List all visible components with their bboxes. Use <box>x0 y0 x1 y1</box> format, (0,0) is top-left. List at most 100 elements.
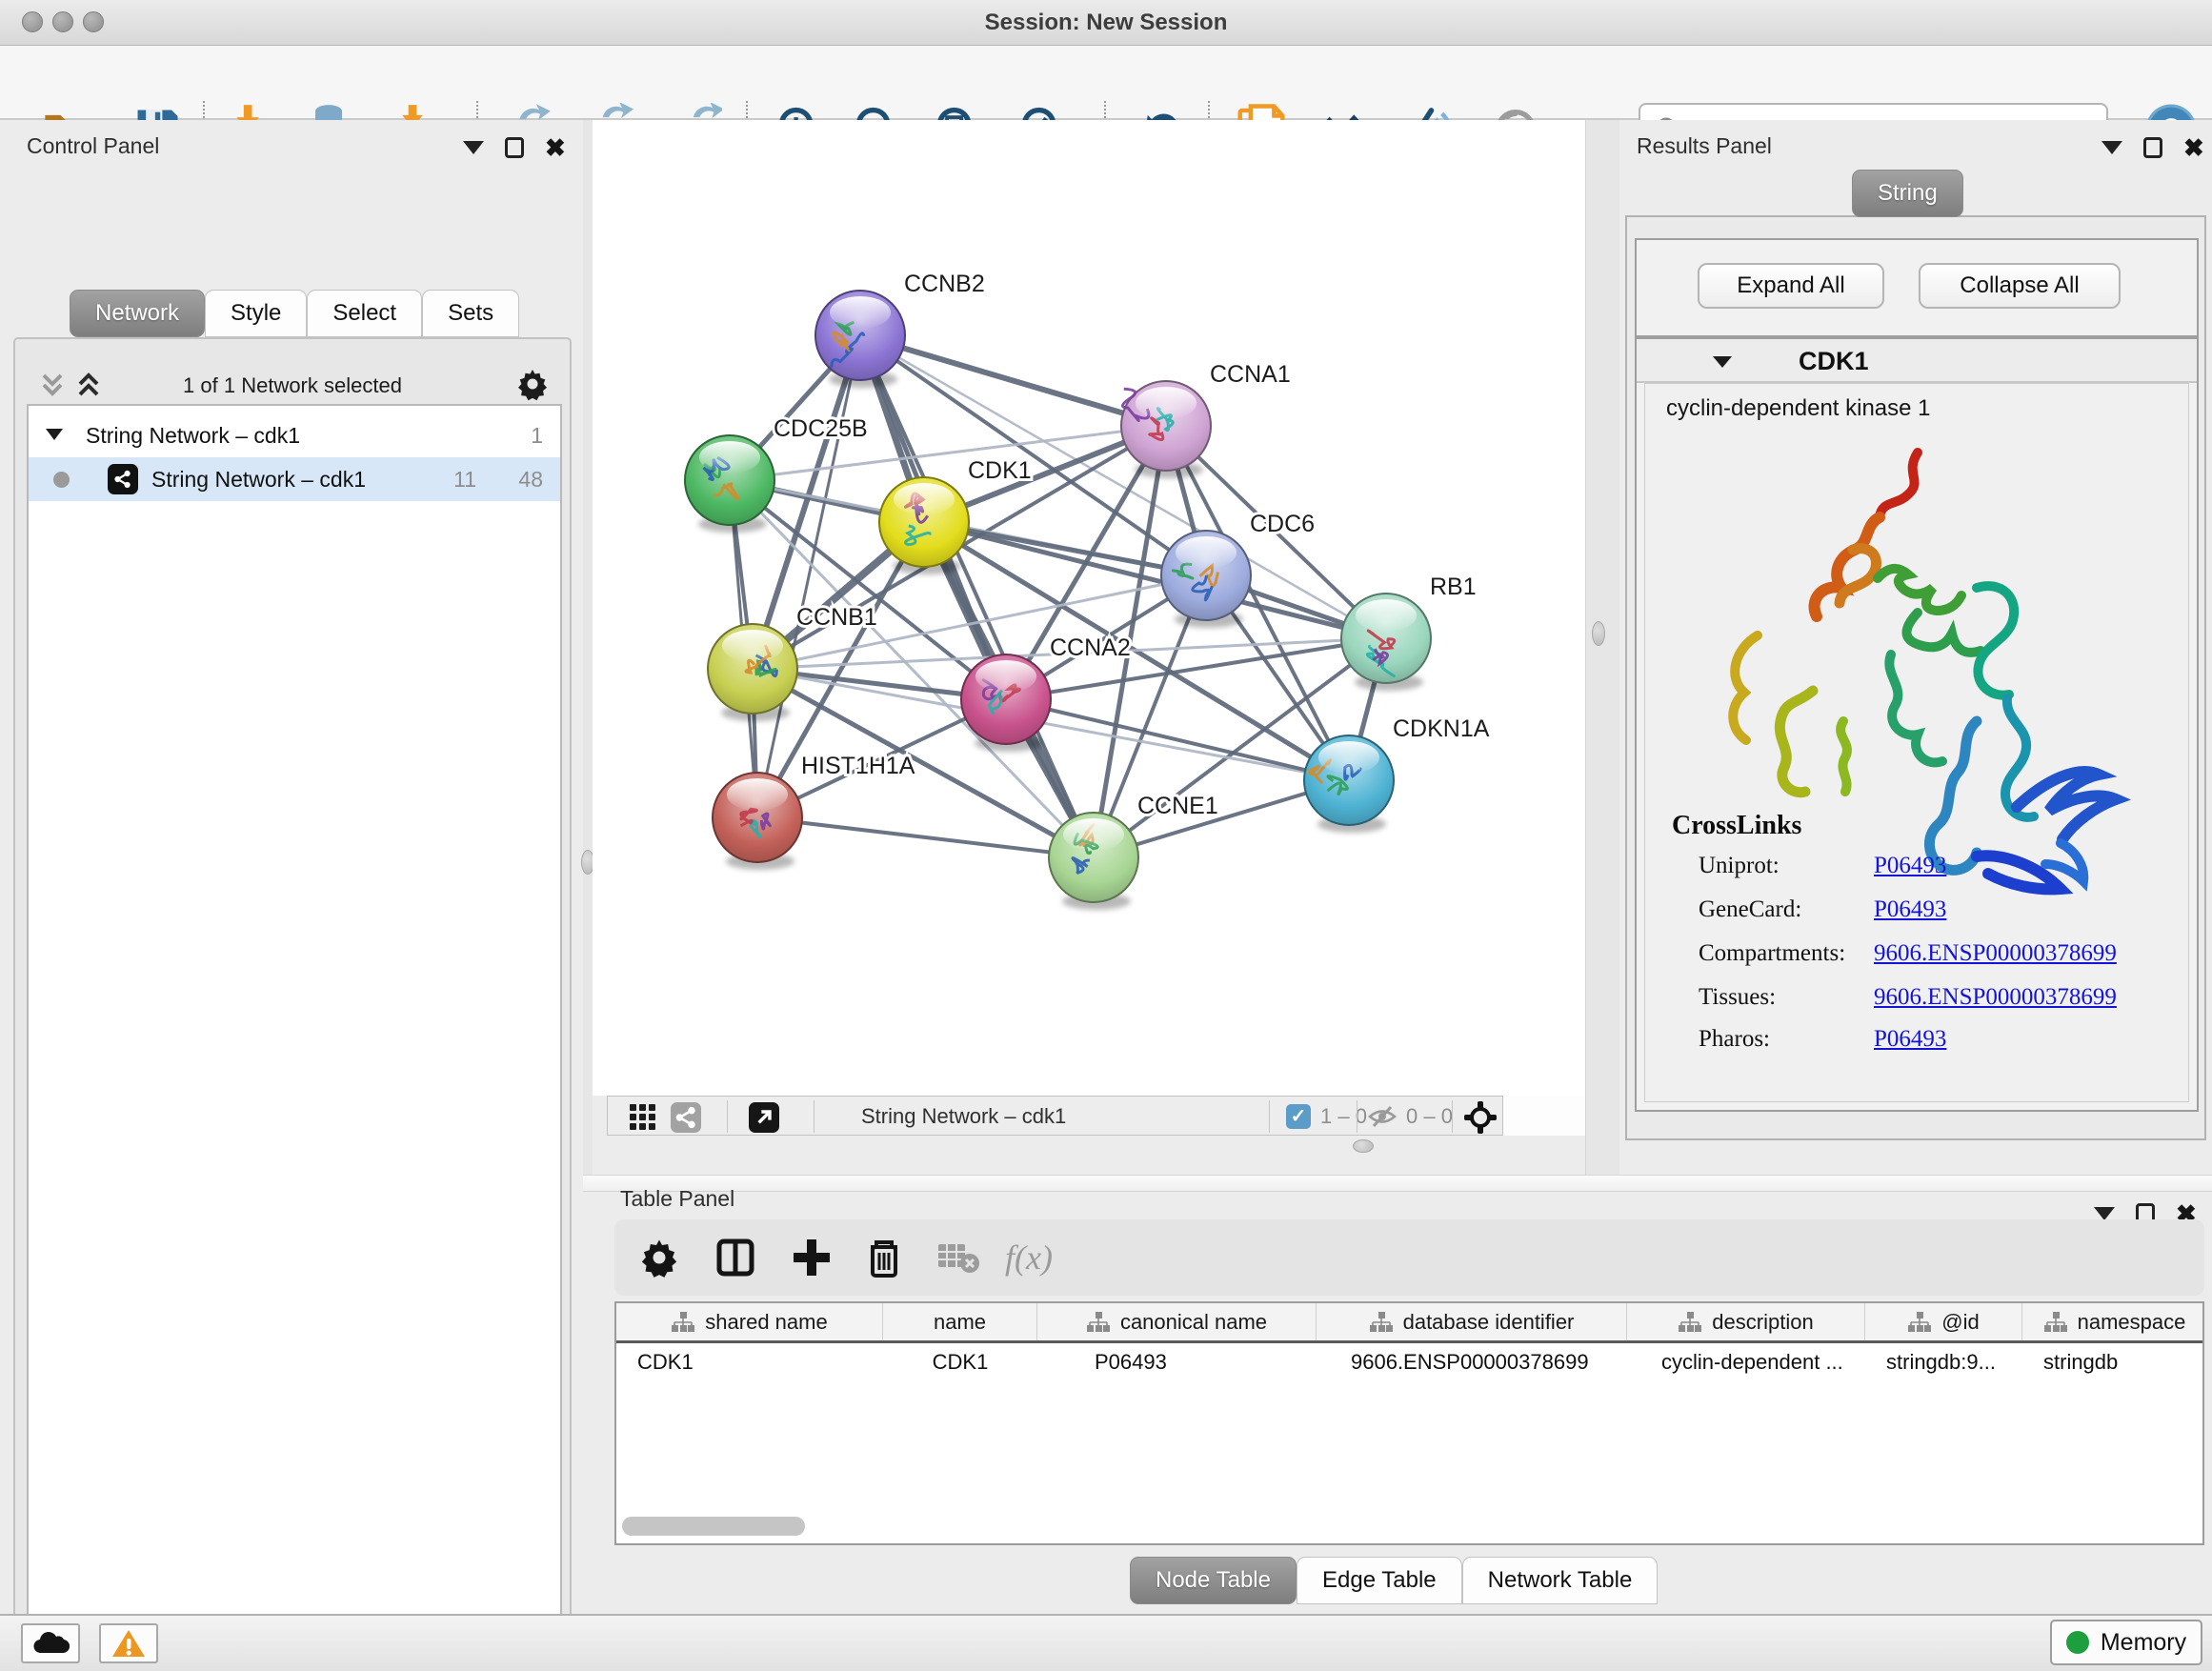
crosslink-label: Uniprot: <box>1699 853 1780 879</box>
crosslink-link[interactable]: P06493 <box>1874 896 1946 923</box>
float-panel-icon[interactable] <box>2094 1207 2115 1220</box>
table-row[interactable]: CDK1 CDK1 P06493 9606.ENSP00000378699 cy… <box>616 1343 2202 1381</box>
undock-panel-icon[interactable] <box>505 137 524 158</box>
node-label-cdk1: CDK1 <box>968 457 1032 484</box>
crosslink-link[interactable]: 9606.ENSP00000378699 <box>1874 984 2117 1011</box>
column-header: database identifier <box>1317 1303 1627 1340</box>
network-options-gear-icon[interactable] <box>514 366 551 407</box>
float-panel-icon[interactable] <box>2101 141 2122 154</box>
network-node-ccna2[interactable] <box>961 654 1051 752</box>
crosslink-label: Pharos: <box>1699 1026 1770 1053</box>
grid-view-icon[interactable] <box>629 1103 657 1137</box>
column-header: shared name <box>616 1303 883 1340</box>
node-label-ccnb2: CCNB2 <box>904 271 985 297</box>
node-label-rb1: RB1 <box>1430 574 1477 600</box>
tab-string[interactable]: String <box>1852 170 1963 217</box>
network-node-rb1[interactable] <box>1341 594 1431 691</box>
node-label-ccne1: CCNE1 <box>1137 793 1218 819</box>
node-label-ccna1: CCNA1 <box>1210 361 1291 388</box>
add-column-icon[interactable] <box>778 1219 845 1296</box>
network-label: String Network – cdk1 <box>151 467 366 493</box>
tab-node-table[interactable]: Node Table <box>1130 1557 1297 1604</box>
crosslinks-title: CrossLinks <box>1672 811 1801 841</box>
table-options-gear-icon[interactable] <box>626 1219 693 1296</box>
horizontal-scrollbar-thumb[interactable] <box>622 1517 805 1536</box>
status-bar: Memory <box>0 1614 2212 1671</box>
tab-style[interactable]: Style <box>205 290 307 337</box>
network-node-hist1h1a[interactable] <box>713 773 802 870</box>
network-node-ccne1[interactable] <box>1049 813 1138 910</box>
protein-structure-image <box>1691 435 2139 1017</box>
network-edge[interactable] <box>757 335 860 817</box>
network-edge[interactable] <box>1006 699 1349 780</box>
memory-label: Memory <box>2101 1629 2186 1657</box>
birdseye-view-icon[interactable] <box>749 1102 779 1137</box>
cdk1-entry-header[interactable]: CDK1 <box>1637 339 2197 383</box>
network-canvas[interactable]: CCNB2CCNA1CDC25BCDK1CDC6RB1CCNB1CCNA2CDK… <box>593 120 1585 1096</box>
node-label-ccna2: CCNA2 <box>1050 634 1131 661</box>
crosslink-link[interactable]: 9606.ENSP00000378699 <box>1874 940 2117 967</box>
right-splitter[interactable] <box>1585 120 1619 1175</box>
column-header: description <box>1627 1303 1865 1340</box>
delete-column-icon[interactable] <box>851 1219 917 1296</box>
tab-edge-table[interactable]: Edge Table <box>1297 1557 1462 1604</box>
tab-network-table[interactable]: Network Table <box>1462 1557 1659 1604</box>
results-panel-title: Results Panel <box>1637 133 1772 159</box>
undock-panel-icon[interactable] <box>2143 137 2162 158</box>
node-count: 11 <box>453 467 476 493</box>
network-edge[interactable] <box>860 335 1166 426</box>
network-node-cdc6[interactable] <box>1161 531 1251 628</box>
collapse-all-button[interactable]: Collapse All <box>1919 263 2121 309</box>
cloud-button[interactable] <box>21 1623 80 1663</box>
network-node-cdk1[interactable] <box>879 477 969 574</box>
network-edge[interactable] <box>757 817 1094 857</box>
expand-all-button[interactable]: Expand All <box>1698 263 1884 309</box>
network-badge-icon[interactable] <box>671 1102 701 1137</box>
column-header: name <box>883 1303 1037 1340</box>
fit-content-crosshair-icon[interactable] <box>1463 1100 1498 1139</box>
right-splitter-handle[interactable] <box>1592 621 1605 646</box>
network-node-ccna1[interactable] <box>1121 381 1211 478</box>
close-panel-icon[interactable]: ✖ <box>545 138 566 157</box>
network-node-cdkn1a[interactable] <box>1304 735 1394 833</box>
main-toolbar: ? <box>0 46 2212 120</box>
entry-gene-name: CDK1 <box>1799 347 1869 376</box>
tab-network[interactable]: Network <box>70 290 205 337</box>
network-view-toolbar: String Network – cdk1 ✓ 1 – 0 0 – 0 <box>607 1096 1503 1136</box>
selected-checkbox[interactable]: ✓ <box>1286 1104 1311 1129</box>
control-panel-window-controls: ✖ <box>463 137 566 158</box>
warning-button[interactable] <box>99 1623 158 1663</box>
node-table[interactable]: shared name name canonical name database… <box>614 1301 2204 1545</box>
float-panel-icon[interactable] <box>463 141 484 154</box>
tab-select[interactable]: Select <box>307 290 422 337</box>
network-collection-row[interactable]: String Network – cdk1 1 <box>29 413 560 457</box>
entry-detail-box: cyclin-dependent kinase 1 <box>1644 383 2189 1102</box>
title-bar: Session: New Session <box>0 0 2212 46</box>
network-node-ccnb1[interactable] <box>708 624 797 721</box>
table-panel-title: Table Panel <box>620 1186 734 1212</box>
horizontal-splitter[interactable] <box>583 1175 2212 1192</box>
crosslink-link[interactable]: P06493 <box>1874 1026 1946 1053</box>
table-tabs: Node Table Edge Table Network Table <box>1130 1557 1658 1604</box>
collection-label: String Network – cdk1 <box>86 423 300 449</box>
column-header: @id <box>1865 1303 2022 1340</box>
memory-button[interactable]: Memory <box>2050 1620 2202 1665</box>
results-panel-window-controls: ✖ <box>2101 137 2204 158</box>
network-canvas-margin <box>1503 1096 1585 1136</box>
window-title: Session: New Session <box>0 10 2212 36</box>
show-columns-icon[interactable] <box>702 1219 769 1296</box>
table-header: shared name name canonical name database… <box>616 1303 2202 1343</box>
crosslink-label: Compartments: <box>1699 940 1845 967</box>
network-node-cdc25b[interactable] <box>685 435 774 533</box>
results-panel: Results Panel ✖ String Expand All Collap… <box>1619 120 2212 1175</box>
column-header: namespace <box>2022 1303 2206 1340</box>
close-panel-icon[interactable]: ✖ <box>2183 138 2204 157</box>
crosslink-link[interactable]: P06493 <box>1874 853 1946 879</box>
network-row-selected[interactable]: String Network – cdk1 11 48 <box>29 457 560 501</box>
horizontal-splitter-handle[interactable] <box>1353 1139 1374 1153</box>
apply-function-icon: f(x) <box>995 1219 1062 1296</box>
tab-sets[interactable]: Sets <box>422 290 519 337</box>
current-network-name: String Network – cdk1 <box>861 1104 1066 1129</box>
table-panel: Table Panel ✖ f(x) <box>583 1192 2212 1614</box>
string-network-icon <box>108 464 138 494</box>
